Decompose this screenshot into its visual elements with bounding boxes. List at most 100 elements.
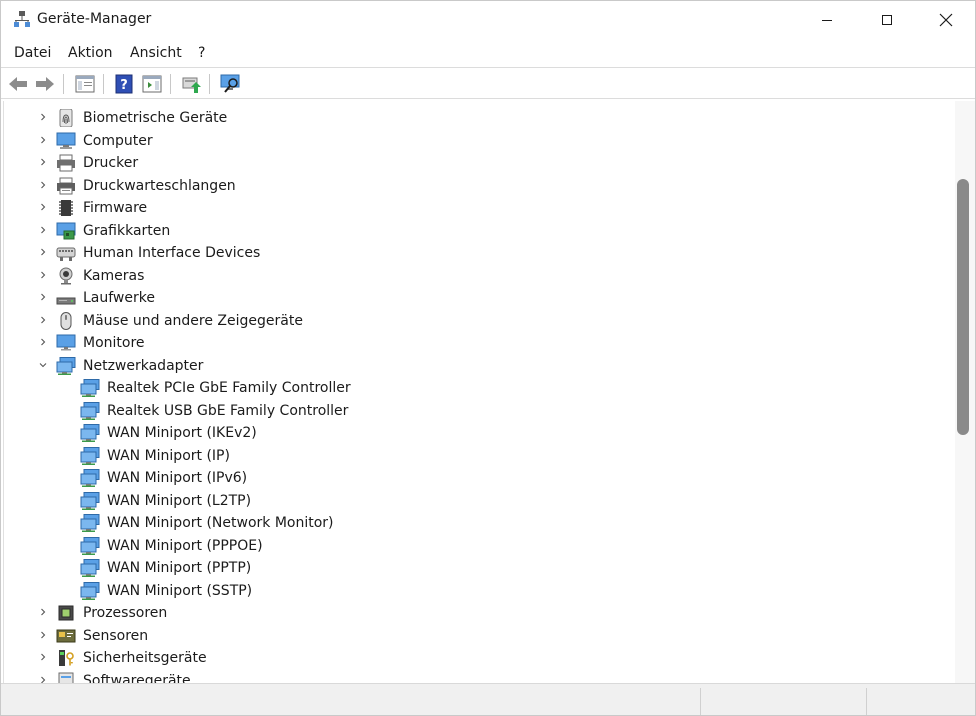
network-adapter-icon (80, 424, 100, 442)
tree-item-label: Grafikkarten (83, 222, 171, 239)
close-button[interactable] (923, 1, 969, 39)
action-pane-icon (142, 75, 162, 93)
title-bar[interactable]: Geräte-Manager (1, 1, 975, 39)
menu-ansicht[interactable]: Ansicht (130, 45, 182, 61)
chevron-right-icon[interactable] (37, 111, 49, 123)
tree-device[interactable]: WAN Miniport (IP) (4, 445, 944, 467)
firmware-chip-icon (59, 200, 73, 216)
tree-category[interactable]: Softwaregeräte (4, 670, 944, 684)
tree-item-label: WAN Miniport (IP) (107, 447, 230, 464)
tree-device[interactable]: WAN Miniport (PPPOE) (4, 535, 944, 557)
status-bar (1, 683, 975, 715)
minimize-icon (822, 20, 832, 21)
update-driver-button[interactable] (180, 73, 202, 95)
tree-category[interactable]: Biometrische Geräte (4, 107, 944, 129)
tree-category[interactable]: Grafikkarten (4, 220, 944, 242)
update-driver-icon (182, 77, 201, 93)
tree-item-label: Firmware (83, 200, 148, 216)
tree-device[interactable]: WAN Miniport (PPTP) (4, 557, 944, 579)
tree-device[interactable]: WAN Miniport (SSTP) (4, 580, 944, 602)
security-device-icon (59, 650, 74, 666)
network-adapter-icon (80, 446, 100, 465)
network-adapter-icon (56, 356, 76, 375)
software-device-icon (58, 672, 74, 683)
chevron-right-icon[interactable] (37, 651, 49, 663)
chevron-right-icon[interactable] (37, 224, 49, 236)
sensor-icon (56, 629, 76, 642)
tree-category[interactable]: Mäuse und andere Zeigegeräte (4, 310, 944, 332)
tree-category[interactable]: Monitore (4, 332, 944, 354)
menu-help[interactable]: ? (198, 45, 205, 61)
tree-item-label: Realtek USB GbE Family Controller (107, 402, 349, 419)
print-queue-icon (57, 177, 75, 194)
network-adapter-icon (80, 491, 100, 510)
chevron-right-icon[interactable] (37, 179, 49, 191)
svg-text:?: ? (120, 78, 128, 93)
menu-datei[interactable]: Datei (14, 45, 51, 61)
status-bar-separator (700, 688, 701, 715)
chevron-right-icon[interactable] (37, 269, 49, 281)
chevron-down-icon[interactable] (37, 359, 49, 371)
action-pane-button[interactable] (141, 73, 163, 95)
chevron-right-icon[interactable] (37, 674, 49, 684)
tree-item-label: Monitore (83, 335, 145, 351)
tree-item-label: Computer (83, 132, 153, 149)
back-button[interactable] (7, 73, 29, 95)
chevron-right-icon[interactable] (37, 201, 49, 213)
toolbar-separator (103, 74, 104, 94)
tree-item-label: WAN Miniport (L2TP) (107, 492, 252, 509)
chevron-right-icon[interactable] (37, 291, 49, 303)
help-button[interactable]: ? (113, 73, 135, 95)
arrow-right-icon (36, 77, 54, 91)
scan-hardware-icon (220, 74, 240, 93)
tree-device[interactable]: Realtek PCIe GbE Family Controller (4, 377, 944, 399)
chevron-right-icon[interactable] (37, 606, 49, 618)
chevron-right-icon[interactable] (37, 134, 49, 146)
scan-hardware-button[interactable] (220, 73, 242, 95)
forward-button[interactable] (34, 73, 56, 95)
menu-aktion[interactable]: Aktion (68, 45, 113, 61)
chevron-right-icon[interactable] (37, 156, 49, 168)
tree-category[interactable]: Sicherheitsgeräte (4, 647, 944, 669)
tree-item-label: Druckwarteschlangen (83, 177, 236, 194)
tree-device[interactable]: WAN Miniport (IKEv2) (4, 422, 944, 444)
tree-item-label: Prozessoren (83, 605, 168, 621)
tree-category[interactable]: Prozessoren (4, 602, 944, 624)
tree-item-label: Sicherheitsgeräte (83, 650, 207, 666)
computer-icon (56, 132, 76, 149)
tree-item-label: Realtek PCIe GbE Family Controller (107, 380, 351, 396)
chevron-right-icon[interactable] (37, 629, 49, 641)
tree-item-label: Kameras (83, 267, 145, 284)
tree-item-label: WAN Miniport (IKEv2) (107, 425, 257, 441)
tree-item-label: WAN Miniport (SSTP) (107, 582, 253, 599)
tree-category[interactable]: Human Interface Devices (4, 242, 944, 264)
tree-category[interactable]: Druckwarteschlangen (4, 175, 944, 197)
tree-category[interactable]: Laufwerke (4, 287, 944, 309)
device-manager-app-icon (14, 11, 30, 27)
tree-device[interactable]: WAN Miniport (IPv6) (4, 467, 944, 489)
chevron-right-icon[interactable] (37, 314, 49, 326)
minimize-button[interactable] (804, 1, 850, 39)
chevron-right-icon[interactable] (37, 336, 49, 348)
tree-device[interactable]: WAN Miniport (Network Monitor) (4, 512, 944, 534)
show-hide-console-tree-button[interactable] (74, 73, 96, 95)
chevron-right-icon[interactable] (37, 246, 49, 258)
maximize-button[interactable] (864, 1, 910, 39)
tree-item-label: WAN Miniport (PPPOE) (107, 537, 263, 554)
tree-category[interactable]: Kameras (4, 265, 944, 287)
scrollbar-thumb[interactable] (957, 179, 969, 435)
help-icon: ? (115, 74, 133, 94)
tree-category[interactable]: Netzwerkadapter (4, 355, 944, 377)
tree-category[interactable]: Sensoren (4, 625, 944, 647)
tree-device[interactable]: Realtek USB GbE Family Controller (4, 400, 944, 422)
device-tree[interactable]: Biometrische Geräte Computer Drucker Druckw… (3, 101, 956, 683)
window-title: Geräte-Manager (37, 11, 152, 27)
network-adapter-icon (80, 379, 100, 397)
toolbar: ? (1, 67, 975, 99)
tree-category[interactable]: Firmware (4, 197, 944, 219)
tree-category[interactable]: Computer (4, 130, 944, 152)
disk-drive-icon (56, 297, 76, 305)
tree-category[interactable]: Drucker (4, 152, 944, 174)
tree-device[interactable]: WAN Miniport (L2TP) (4, 490, 944, 512)
tree-item-label: Human Interface Devices (83, 245, 261, 261)
